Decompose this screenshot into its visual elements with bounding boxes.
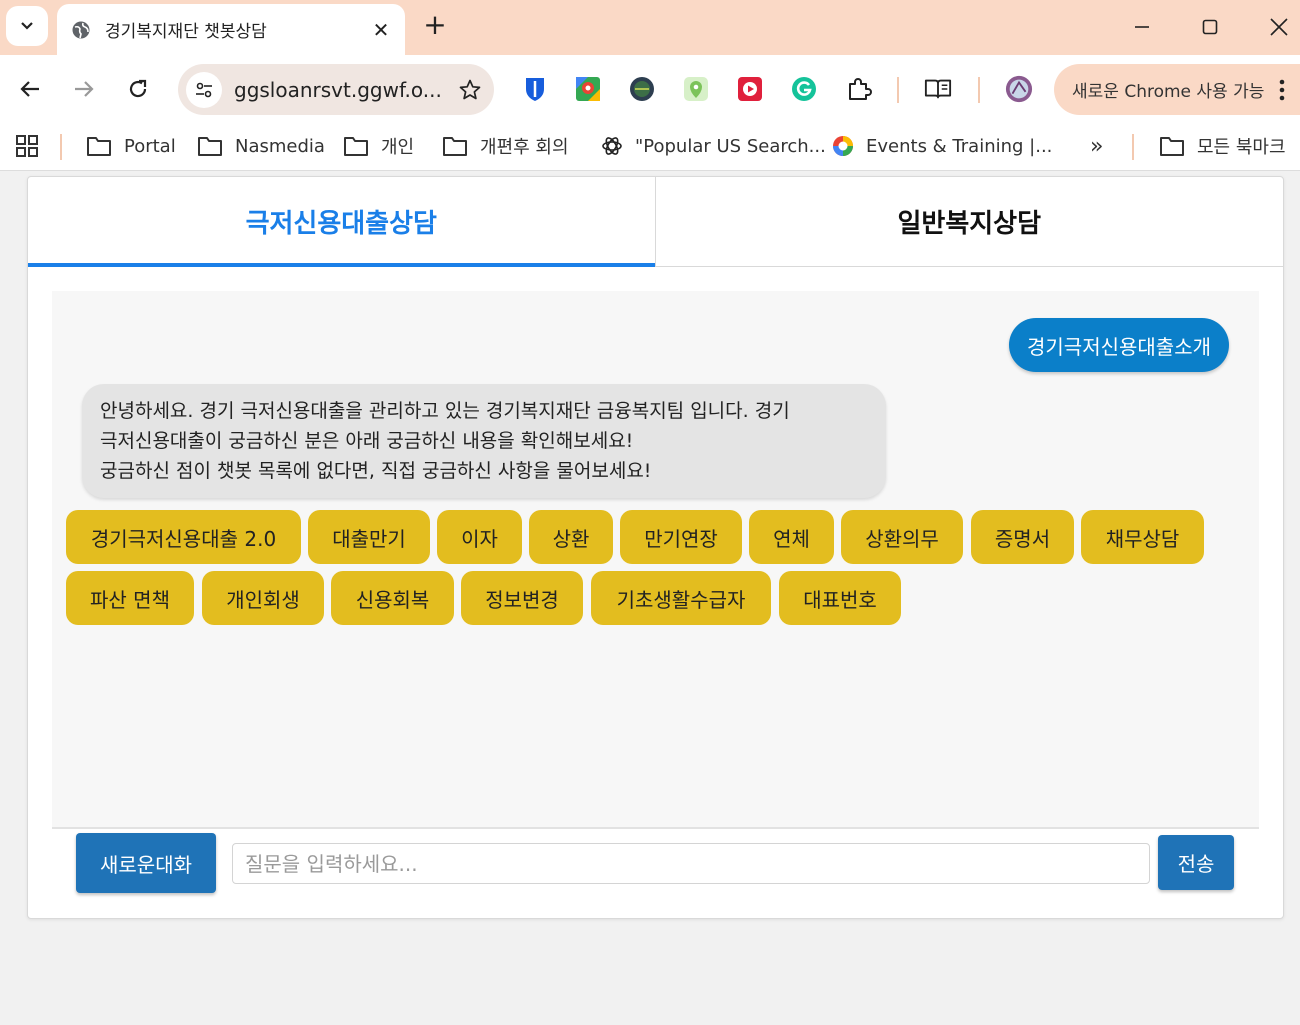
reload-button[interactable] [122, 73, 154, 105]
quick-btn-overdue[interactable]: 연체 [749, 510, 834, 564]
quick-btn-obligation[interactable]: 상환의무 [841, 510, 963, 564]
bookmark-events-training[interactable]: Events & Training |... [832, 133, 1052, 159]
quick-btn-interest[interactable]: 이자 [437, 510, 522, 564]
bot-message-line: 극저신용대출이 궁금하신 분은 아래 궁금하신 내용을 확인해보세요! [100, 430, 634, 452]
question-input[interactable] [232, 843, 1150, 884]
bookmark-label: Events & Training |... [866, 135, 1053, 157]
quick-btn-maturity[interactable]: 대출만기 [308, 510, 430, 564]
minimize-icon [1135, 26, 1149, 28]
bookmark-meeting[interactable]: 개편후 회의 [442, 133, 569, 159]
folder-icon [443, 137, 467, 156]
chrome-update-button[interactable]: 새로운 Chrome 사용 가능 [1054, 64, 1300, 115]
apps-grid-icon [16, 135, 38, 157]
video-icon[interactable] [736, 75, 764, 103]
tab-title: 경기복지재단 챗봇상담 [105, 22, 267, 42]
bot-message-bubble: 안녕하세요. 경기 극저신용대출을 관리하고 있는 경기복지재단 금융복지팀 입… [82, 384, 886, 498]
reading-list-icon[interactable] [924, 75, 952, 103]
address-bar[interactable]: ggsloanrsvt.ggwf.o... [178, 64, 494, 115]
quick-btn-extension[interactable]: 만기연장 [620, 510, 742, 564]
more-vertical-icon[interactable] [1278, 78, 1286, 102]
bookmark-label: 개인 [381, 137, 415, 158]
site-info-button[interactable] [186, 71, 222, 108]
quick-btn-loan-2[interactable]: 경기극저신용대출 2.0 [66, 510, 301, 564]
tab-low-credit-loan[interactable]: 극저신용대출상담 [28, 177, 656, 267]
close-icon [1270, 18, 1288, 36]
bookmark-personal[interactable]: 개인 [343, 133, 414, 159]
globe-ext-icon[interactable] [628, 75, 656, 103]
arrow-left-icon [20, 81, 39, 97]
toolbar-separator [897, 77, 899, 103]
puzzle-icon[interactable] [845, 75, 873, 103]
quick-btn-rehabilitation[interactable]: 개인회생 [202, 571, 324, 625]
folder-icon [1160, 137, 1184, 156]
bookmark-label: 개편후 회의 [480, 137, 569, 158]
bookmark-label: Portal [124, 135, 176, 157]
bookmarks-bar: Portal Nasmedia 개인 개편후 회의 "Popular US Se… [0, 123, 1300, 171]
globe-icon [72, 21, 90, 38]
profile-avatar[interactable] [1005, 75, 1033, 103]
minimize-button[interactable] [1127, 12, 1157, 42]
folder-icon [344, 137, 368, 156]
google-icon [833, 136, 853, 156]
quick-btn-info-change[interactable]: 정보변경 [461, 571, 583, 625]
arrow-right-icon [75, 81, 94, 97]
star-icon[interactable] [458, 78, 482, 102]
quick-btn-debt-consult[interactable]: 채무상담 [1081, 510, 1204, 564]
close-tab-icon[interactable]: ✕ [371, 18, 391, 42]
quick-btn-credit-recovery[interactable]: 신용회복 [331, 571, 454, 625]
toolbar-separator [978, 77, 980, 103]
browser-toolbar: ggsloanrsvt.ggwf.o... 새로운 Chrome 사용 가능 [0, 55, 1300, 123]
bookmark-label: Nasmedia [235, 135, 325, 157]
url-text: ggsloanrsvt.ggwf.o... [234, 77, 442, 102]
maps-icon[interactable] [574, 75, 602, 103]
browser-tab[interactable]: 경기복지재단 챗봇상담 ✕ [57, 4, 405, 55]
close-window-button[interactable] [1264, 12, 1294, 42]
send-button[interactable]: 전송 [1158, 835, 1234, 890]
tab-general-welfare[interactable]: 일반복지상담 [656, 177, 1284, 266]
user-message-bubble: 경기극저신용대출소개 [1009, 318, 1229, 372]
all-bookmarks-button[interactable]: 모든 북마크 [1159, 133, 1286, 159]
bot-message-line: 안녕하세요. 경기 극저신용대출을 관리하고 있는 경기복지재단 금융복지팀 입… [100, 400, 790, 422]
bookmark-separator [60, 134, 62, 160]
reload-icon [129, 79, 147, 98]
chrome-update-label: 새로운 Chrome 사용 가능 [1072, 82, 1265, 102]
tab-strip: 경기복지재단 챗봇상담 ✕ + [0, 0, 1300, 55]
quick-btn-bankruptcy[interactable]: 파산 면책 [66, 571, 194, 625]
bot-message-line: 궁금하신 점이 챗봇 목록에 없다면, 직접 궁금하신 사항을 물어보세요! [100, 460, 652, 482]
all-bookmarks-label: 모든 북마크 [1197, 137, 1286, 158]
quick-btn-basic-livelihood[interactable]: 기초생활수급자 [591, 571, 771, 625]
chatbot-card: 극저신용대출상담 일반복지상담 경기극저신용대출소개 안녕하세요. 경기 극저신… [27, 176, 1284, 919]
new-tab-button[interactable]: + [420, 10, 450, 40]
folder-icon [87, 137, 111, 156]
quick-btn-repayment[interactable]: 상환 [529, 510, 613, 564]
bookmarks-overflow-button[interactable]: » [1090, 133, 1103, 159]
chat-input-bar: 새로운대화 전송 [52, 827, 1259, 907]
openai-icon [602, 137, 622, 155]
bookmark-popular-search[interactable]: "Popular US Search... [601, 133, 826, 159]
folder-icon [198, 137, 222, 156]
location-icon[interactable] [682, 75, 710, 103]
maximize-button[interactable] [1195, 12, 1225, 42]
bitwarden-icon[interactable] [521, 75, 549, 103]
grammarly-icon[interactable] [790, 75, 818, 103]
maximize-icon [1202, 19, 1218, 35]
forward-button[interactable] [68, 73, 100, 105]
quick-btn-certificate[interactable]: 증명서 [971, 510, 1074, 564]
new-chat-button[interactable]: 새로운대화 [76, 833, 216, 893]
consult-tabs: 극저신용대출상담 일반복지상담 [28, 177, 1283, 267]
bookmark-label: "Popular US Search... [635, 135, 826, 157]
quick-btn-main-number[interactable]: 대표번호 [779, 571, 901, 625]
chevron-down-icon [21, 22, 33, 30]
bookmark-portal[interactable]: Portal [86, 133, 176, 159]
back-button[interactable] [14, 73, 46, 105]
apps-button[interactable] [16, 133, 50, 159]
tab-search-button[interactable] [6, 6, 48, 46]
chat-area: 경기극저신용대출소개 안녕하세요. 경기 극저신용대출을 관리하고 있는 경기복… [52, 291, 1259, 827]
bookmark-separator [1132, 134, 1134, 160]
tune-icon [196, 82, 212, 97]
bookmark-nasmedia[interactable]: Nasmedia [197, 133, 325, 159]
